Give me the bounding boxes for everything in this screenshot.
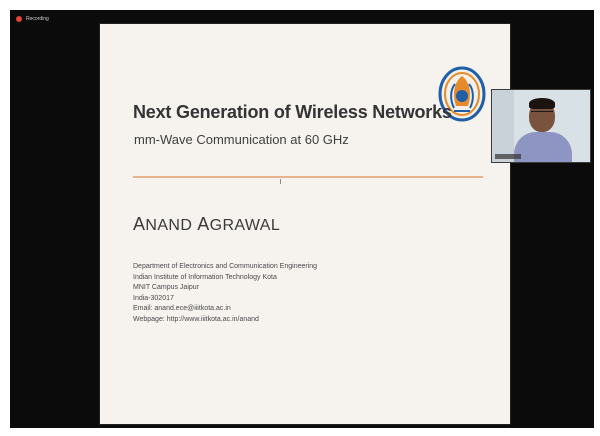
meeting-window: Recording Next Generation of Wireless Ne… [10, 10, 594, 428]
recording-dot-icon [16, 16, 22, 22]
participant-name-tag [495, 154, 521, 159]
affiliation-line: Indian Institute of Information Technolo… [133, 273, 277, 281]
webcam-background [492, 90, 514, 162]
presenter-shirt [514, 132, 572, 162]
slide-title: Next Generation of Wireless Networks [133, 102, 452, 122]
slide-subtitle: mm-Wave Communication at 60 GHz [134, 132, 349, 147]
webpage-line: Webpage: http://www.iiitkota.ac.in/anand [133, 315, 259, 323]
affiliation-line: MNIT Campus Jaipur [133, 284, 200, 291]
presenter-glasses [531, 111, 553, 117]
author-last-initial: A [197, 214, 210, 234]
slide-divider [133, 176, 483, 178]
webcam-video-tile[interactable] [492, 90, 590, 162]
recording-label: Recording [26, 16, 49, 22]
presenter-hair [529, 98, 555, 109]
author-first-initial: A [133, 214, 146, 234]
email-line: Email: anand.ece@iiitkota.ac.in [133, 305, 231, 312]
affiliation-line: Department of Electronics and Communicat… [133, 263, 318, 270]
author-affiliation: Department of Electronics and Communicat… [133, 262, 317, 325]
author-last-rest: GRAWAL [209, 217, 281, 234]
author-name: ANAND AGRAWAL [133, 214, 280, 235]
recording-indicator: Recording [16, 16, 49, 22]
shared-slide: Next Generation of Wireless Networks mm-… [100, 24, 510, 424]
affiliation-line: India-302017 [133, 294, 174, 302]
author-first-rest: NAND [145, 217, 193, 234]
cursor-mark [280, 179, 281, 184]
